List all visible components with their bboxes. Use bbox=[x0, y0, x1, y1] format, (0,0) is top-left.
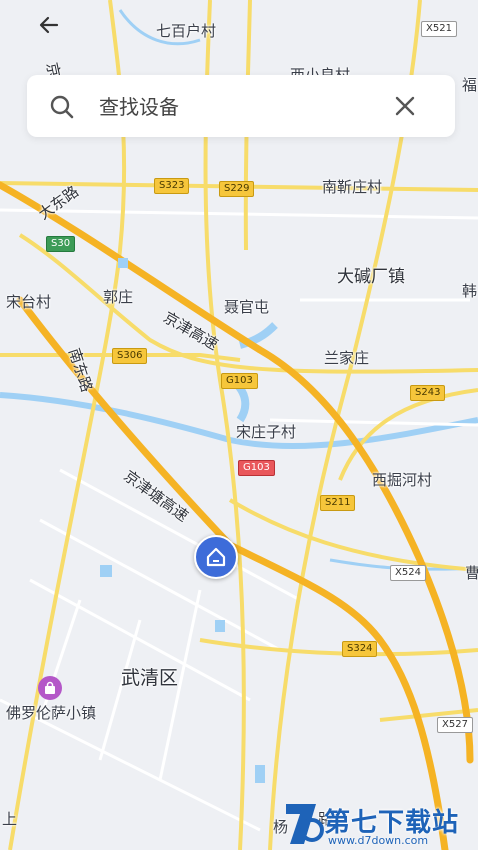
place-label-nanjinzhuangcun: 南靳庄村 bbox=[322, 178, 383, 196]
shield-x524: X524 bbox=[390, 565, 426, 581]
shield-s306: S306 bbox=[112, 348, 148, 364]
watermark: 第七下载站 www.d7down.com bbox=[282, 800, 478, 850]
watermark-logo-icon bbox=[286, 804, 324, 844]
place-label-guozhuang: 郭庄 bbox=[103, 288, 134, 306]
shield-s324: S324 bbox=[342, 641, 378, 657]
place-label-cao: 曹 bbox=[465, 564, 478, 582]
place-label-wuqingqu: 武清区 bbox=[121, 667, 179, 689]
search-icon bbox=[50, 95, 74, 119]
shield-s229: S229 bbox=[219, 181, 255, 197]
back-button[interactable] bbox=[32, 8, 66, 42]
search-input[interactable] bbox=[97, 86, 381, 128]
watermark-url: www.d7down.com bbox=[328, 834, 429, 847]
place-label-shang: 上 bbox=[2, 810, 18, 828]
place-label-lanjiazhuang: 兰家庄 bbox=[324, 349, 370, 367]
shield-g103-b: G103 bbox=[238, 460, 275, 476]
place-label-dajianchangzhen: 大碱厂镇 bbox=[337, 267, 405, 287]
shopping-bag-icon[interactable] bbox=[38, 676, 62, 700]
home-icon bbox=[206, 547, 226, 567]
place-label-xijuehecun: 西掘河村 bbox=[372, 471, 433, 489]
place-label-songtaicun: 宋台村 bbox=[6, 293, 52, 311]
place-label-fuluolunsa: 佛罗伦萨小镇 bbox=[6, 704, 97, 722]
shield-s243: S243 bbox=[410, 385, 446, 401]
place-label-han: 韩 bbox=[462, 282, 478, 300]
arrow-left-icon bbox=[39, 16, 59, 34]
shield-x527: X527 bbox=[437, 717, 473, 733]
device-location-marker[interactable] bbox=[194, 535, 238, 579]
place-label-fu: 福 bbox=[462, 76, 478, 94]
place-label-qibaihucun: 七百户村 bbox=[156, 22, 217, 40]
shield-s323: S323 bbox=[154, 178, 190, 194]
shield-g103-a: G103 bbox=[221, 373, 258, 389]
place-label-songzhuangzicun: 宋庄子村 bbox=[236, 423, 297, 441]
place-label-nieguantun: 聂官屯 bbox=[224, 298, 270, 316]
shield-x521: X521 bbox=[421, 21, 457, 37]
shield-s30: S30 bbox=[46, 236, 76, 252]
close-icon[interactable] bbox=[393, 94, 417, 118]
search-bar bbox=[27, 75, 455, 137]
shield-s211: S211 bbox=[320, 495, 356, 511]
